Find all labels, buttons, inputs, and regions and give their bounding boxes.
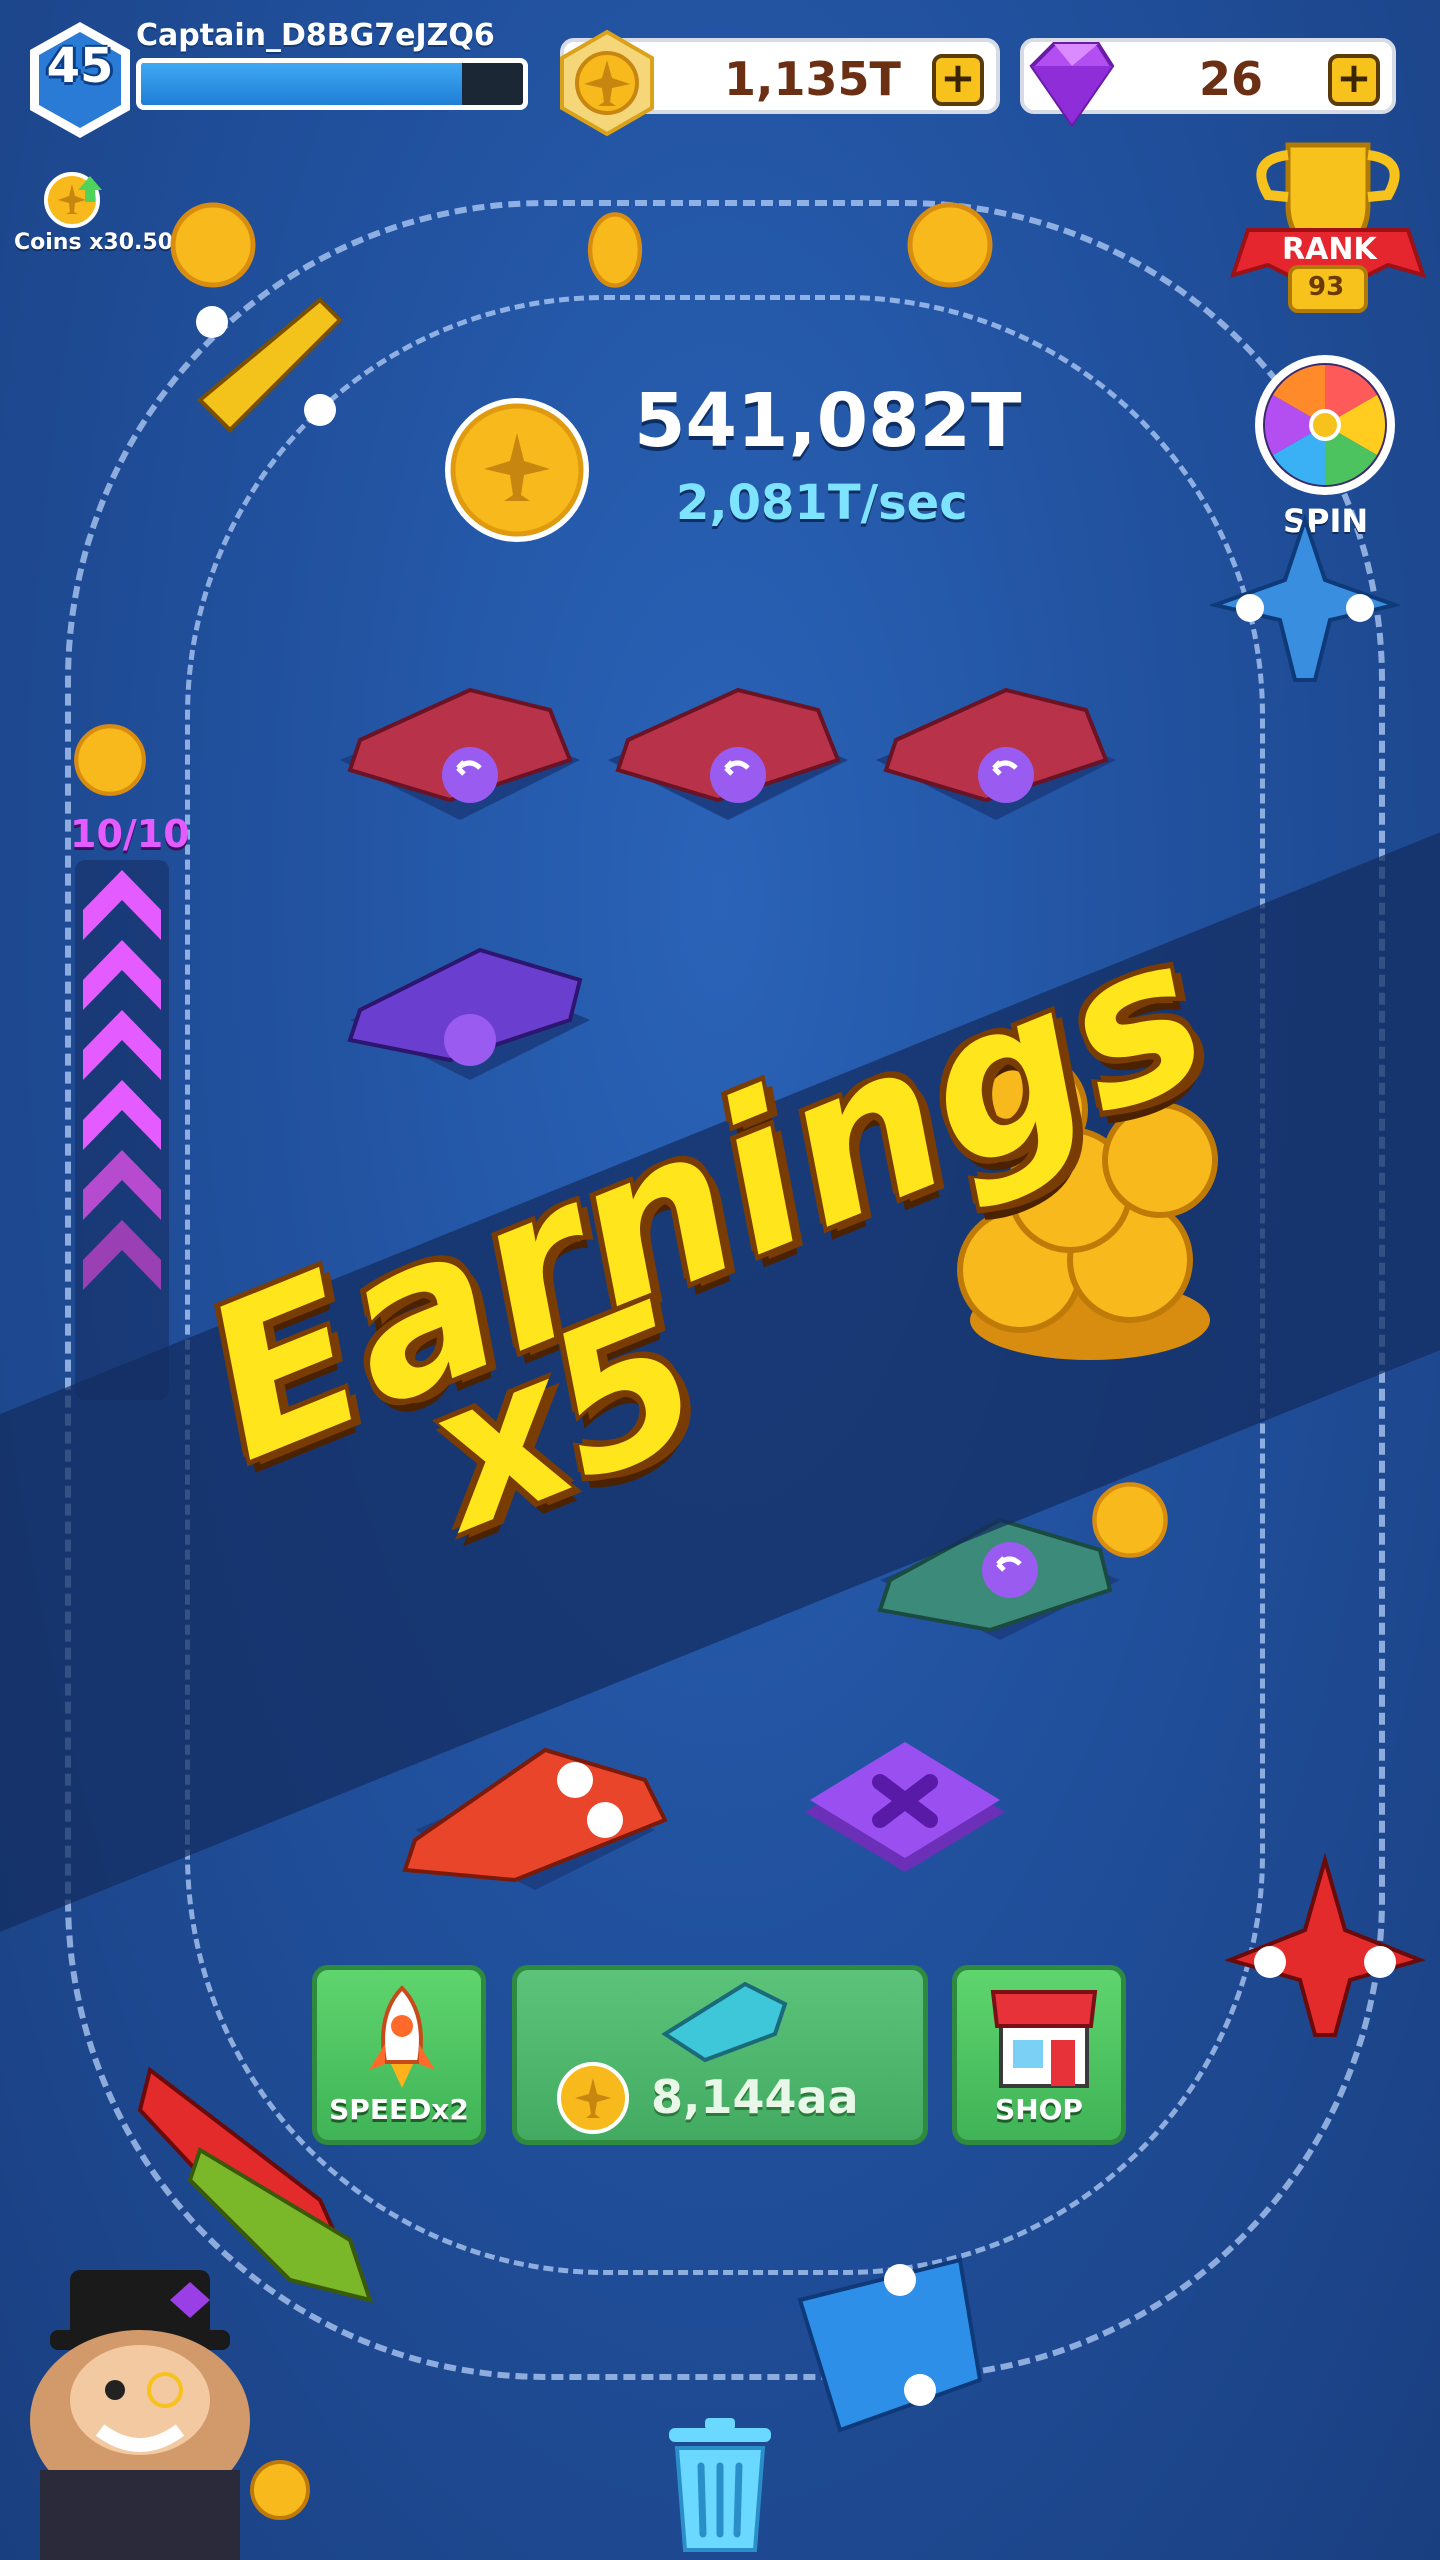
merge-slot-plane[interactable] [588,650,868,830]
plane-coin-icon [557,2062,629,2134]
boost-count: 10/10 [70,812,190,856]
shop-icon [990,1990,1098,2088]
coin-icon [170,202,256,288]
coin-boost-icon[interactable] [42,166,108,232]
speed-boost-label: SPEEDx2 [329,2093,469,2126]
flying-plane [196,297,343,433]
rocket-icon [369,1985,435,2088]
buy-plane-button[interactable]: 8,144aa [512,1965,928,2145]
flying-plane [1225,1852,1425,2037]
plane-coin-icon [445,398,589,542]
player-name[interactable]: Captain_D8BG7eJZQ6 [136,18,495,53]
coins-multiplier-label: Coins x30.50 [14,230,173,255]
coin-icon [587,212,643,288]
plane-icon [661,1981,788,2063]
total-earnings: 541,082T [634,378,1022,464]
gems-counter: 26 + [1020,38,1396,128]
shop-button[interactable]: SHOP [952,1965,1126,2145]
merge-slot-plane[interactable] [856,650,1136,830]
wheel-icon[interactable] [1250,350,1400,500]
xp-progress-fill [141,63,462,105]
earnings-rate: 2,081T/sec [676,475,968,531]
speed-boost-button[interactable]: SPEEDx2 [312,1965,486,2145]
rank-label: RANK [1282,232,1377,267]
buy-plane-price: 8,144aa [651,2070,859,2124]
coin-icon [74,724,146,796]
coins-counter: 1,135T + [560,29,1000,137]
flying-plane [1210,513,1400,682]
add-gems-button[interactable]: + [1328,54,1380,106]
add-coins-button[interactable]: + [932,54,984,106]
xp-progress-bar [136,58,528,110]
delete-slot-button[interactable] [800,1742,1010,1902]
gem-icon [1029,42,1115,128]
shop-label: SHOP [995,2093,1083,2126]
coin-icon [907,202,993,288]
plane-coin-icon [560,29,654,137]
level-number: 45 [46,38,114,94]
rank-value: 93 [1308,272,1345,302]
coins-value: 1,135T [724,52,901,106]
gems-value: 26 [1199,52,1264,106]
mascot-tycoon [30,2270,310,2560]
merge-slot-plane[interactable] [320,650,600,830]
trash-icon[interactable] [665,2418,775,2554]
flying-plane [797,2257,983,2433]
